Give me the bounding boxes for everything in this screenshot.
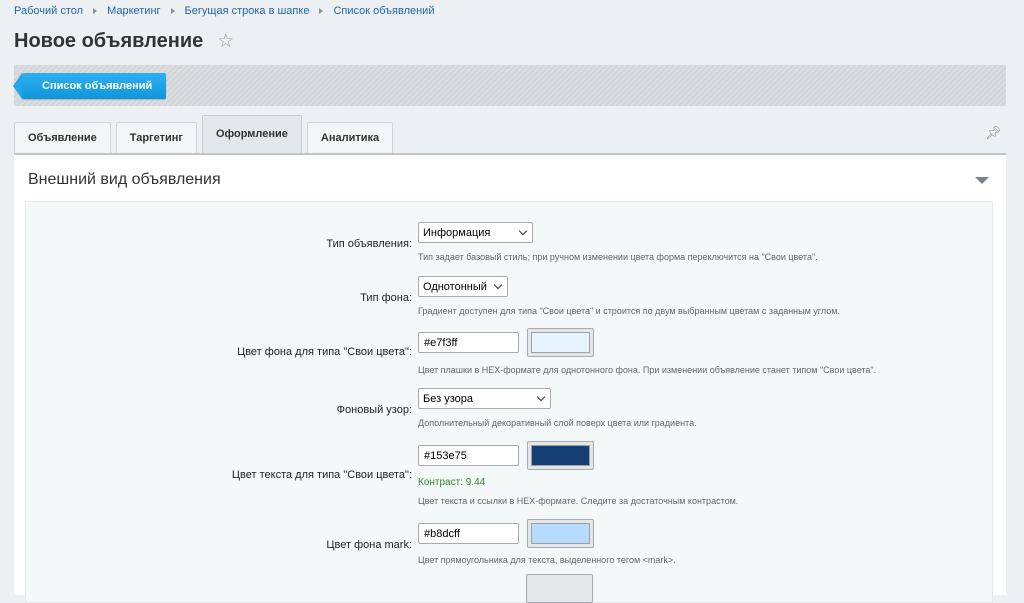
next-color-picker[interactable] bbox=[526, 574, 593, 603]
bg-color-picker[interactable] bbox=[527, 328, 594, 357]
contrast-indicator: Контраст: 9.44 bbox=[418, 477, 486, 488]
mark-color-picker[interactable] bbox=[527, 519, 594, 548]
breadcrumb-marketing[interactable]: Маркетинг bbox=[107, 5, 160, 17]
text-color-picker[interactable] bbox=[527, 441, 594, 470]
bg-color-hint: Цвет плашки в HEX-формате для однотонног… bbox=[418, 365, 877, 375]
bg-type-hint: Градиент доступен для типа "Свои цвета" … bbox=[418, 306, 840, 316]
text-color-input[interactable]: #153e75 bbox=[418, 445, 519, 466]
text-color-swatch bbox=[531, 445, 590, 466]
tab-analytics[interactable]: Аналитика bbox=[306, 122, 394, 154]
mark-color-label: Цвет фона mark: bbox=[326, 539, 412, 551]
pin-icon[interactable]: 📌︎ bbox=[985, 125, 1002, 141]
breadcrumb-ticker[interactable]: Бегущая строка в шапке bbox=[185, 5, 310, 17]
ad-type-value: Информация bbox=[423, 227, 491, 239]
text-color-hint: Цвет текста и ссылки в HEX-формате. След… bbox=[418, 496, 739, 506]
ad-type-select[interactable]: Информация bbox=[418, 222, 533, 243]
breadcrumb-separator-icon bbox=[319, 8, 324, 14]
ad-type-label: Тип объявления: bbox=[326, 238, 412, 250]
bg-type-value: Однотонный bbox=[423, 281, 487, 293]
breadcrumb: Рабочий стол Маркетинг Бегущая строка в … bbox=[14, 5, 434, 17]
tab-targeting[interactable]: Таргетинг bbox=[115, 122, 197, 154]
breadcrumb-separator-icon bbox=[170, 8, 175, 14]
chevron-down-icon bbox=[536, 392, 546, 402]
ad-type-hint: Тип задает базовый стиль; при ручном изм… bbox=[418, 252, 818, 262]
tab-ad[interactable]: Объявление bbox=[14, 122, 111, 154]
bg-type-select[interactable]: Однотонный bbox=[418, 276, 508, 297]
pattern-value: Без узора bbox=[423, 393, 473, 405]
breadcrumb-desktop[interactable]: Рабочий стол bbox=[14, 5, 83, 17]
breadcrumb-ad-list[interactable]: Список объявлений bbox=[333, 5, 434, 17]
tab-design[interactable]: Оформление bbox=[201, 115, 302, 154]
section-title: Внешний вид объявления bbox=[28, 171, 221, 188]
bg-color-input[interactable]: #e7f3ff bbox=[418, 332, 519, 353]
design-panel: Внешний вид объявления Тип объявления: И… bbox=[14, 153, 1006, 603]
breadcrumb-separator-icon bbox=[93, 8, 98, 14]
pattern-hint: Дополнительный декоративный слой поверх … bbox=[418, 418, 697, 428]
bg-type-label: Тип фона: bbox=[360, 292, 412, 304]
star-icon[interactable]: ☆ bbox=[217, 32, 234, 51]
ad-list-button[interactable]: Список объявлений bbox=[12, 73, 167, 99]
mark-color-swatch bbox=[531, 523, 590, 544]
pattern-label: Фоновый узор: bbox=[336, 404, 412, 416]
tab-bar: Объявление Таргетинг Оформление Аналитик… bbox=[14, 115, 398, 154]
bg-color-swatch bbox=[531, 332, 590, 353]
collapse-triangle-icon[interactable] bbox=[975, 177, 989, 184]
chevron-down-icon bbox=[493, 280, 503, 290]
form-area: Тип объявления: Информация Тип задает ба… bbox=[25, 201, 993, 603]
mark-color-input[interactable]: #b8dcff bbox=[418, 523, 519, 544]
chevron-down-icon bbox=[518, 226, 528, 236]
mark-color-hint: Цвет прямоугольника для текста, выделенн… bbox=[418, 555, 676, 565]
toolbar: Список объявлений bbox=[12, 65, 1006, 106]
pattern-select[interactable]: Без узора bbox=[418, 388, 551, 409]
bg-color-label: Цвет фона для типа "Свои цвета": bbox=[237, 346, 412, 358]
page-title: Новое объявление bbox=[14, 30, 204, 52]
title-row: Новое объявление ☆ bbox=[14, 30, 234, 53]
text-color-label: Цвет текста для типа "Свои цвета": bbox=[231, 469, 412, 481]
